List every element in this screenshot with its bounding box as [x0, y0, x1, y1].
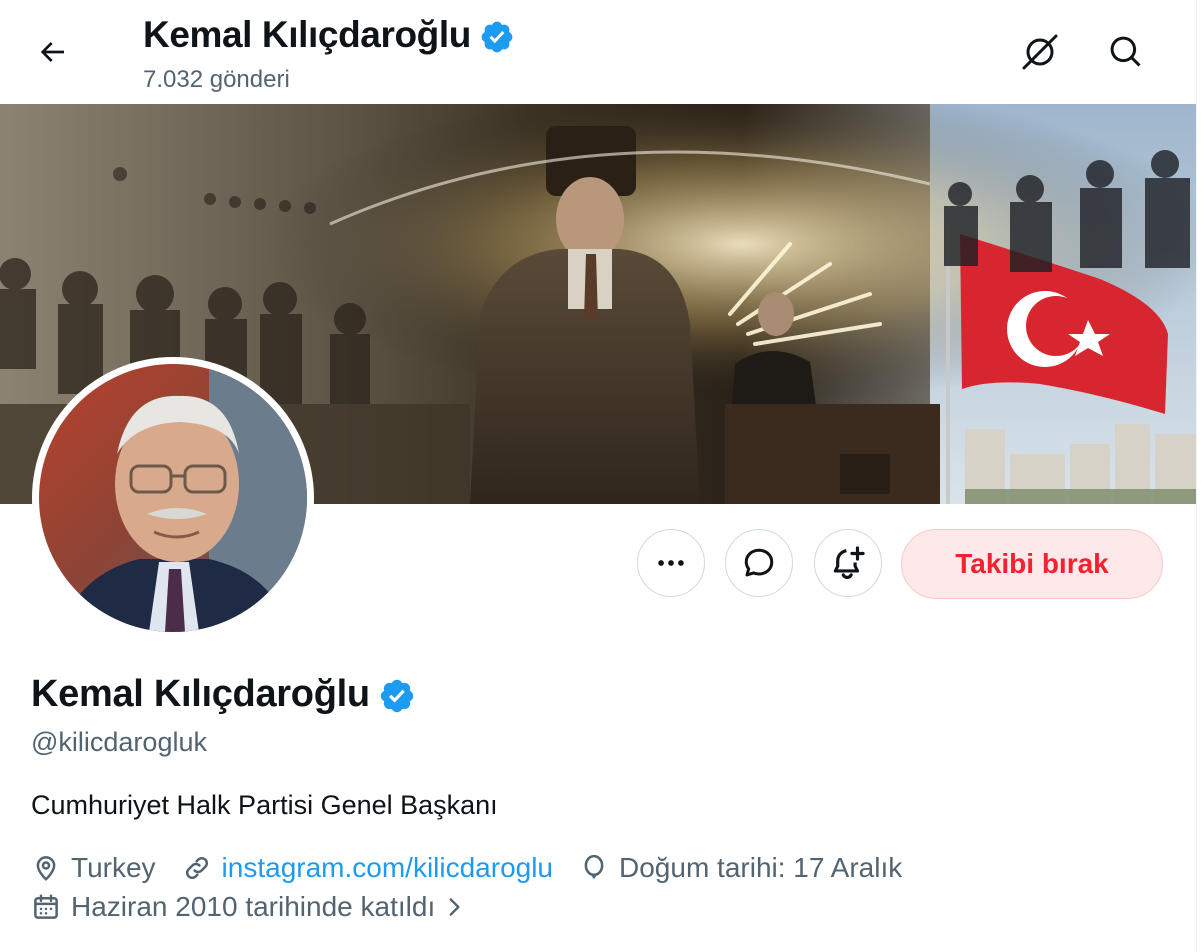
- birthday-item: Doğum tarihi: 17 Aralık: [579, 852, 902, 884]
- back-button[interactable]: [22, 28, 82, 76]
- avatar-image: [39, 364, 307, 632]
- post-count: 7.032 gönderi: [143, 66, 290, 93]
- search-icon: [1110, 36, 1141, 67]
- grok-button[interactable]: [1014, 26, 1066, 78]
- header-title-row: Kemal Kılıçdaroğlu: [143, 14, 515, 56]
- chevron-right-icon: [449, 898, 460, 916]
- column-divider: [1196, 0, 1197, 952]
- arrow-left-icon: [40, 42, 64, 62]
- profile-avatar[interactable]: [32, 357, 314, 639]
- profile-header-bar: Kemal Kılıçdaroğlu 7.032 gönderi: [0, 0, 1196, 104]
- location-text: Turkey: [71, 852, 156, 883]
- avatar-photo: [39, 364, 307, 632]
- joined-text: Haziran 2010 tarihinde katıldı: [71, 891, 436, 922]
- bell-plus-icon: [833, 546, 865, 579]
- location-item: Turkey: [31, 852, 156, 884]
- website-link[interactable]: instagram.com/kilicdaroglu: [222, 852, 553, 884]
- calendar-icon: [34, 894, 58, 919]
- profile-bio: Cumhuriyet Halk Partisi Genel Başkanı: [31, 790, 498, 820]
- unfollow-button[interactable]: Takibi bırak: [901, 529, 1163, 599]
- search-button[interactable]: [1100, 26, 1152, 78]
- website-item: instagram.com/kilicdaroglu: [182, 852, 553, 884]
- more-dots-icon: [658, 560, 684, 566]
- birthday-text: Doğum tarihi: 17 Aralık: [619, 852, 903, 883]
- verified-badge-icon[interactable]: [378, 677, 416, 715]
- notifications-button[interactable]: [814, 529, 882, 597]
- location-pin-icon: [36, 856, 56, 881]
- more-button[interactable]: [637, 529, 705, 597]
- message-icon: [744, 548, 774, 577]
- balloon-icon: [584, 854, 604, 879]
- verified-badge-icon: [481, 21, 513, 53]
- profile-name-row: Kemal Kılıçdaroğlu: [31, 673, 416, 716]
- message-button[interactable]: [725, 529, 793, 597]
- profile-name: Kemal Kılıçdaroğlu: [31, 673, 370, 715]
- joined-row[interactable]: Haziran 2010 tarihinde katıldı: [31, 891, 493, 923]
- link-icon: [185, 856, 208, 880]
- joined-item[interactable]: Haziran 2010 tarihinde katıldı: [31, 891, 467, 923]
- grok-icon: [1022, 34, 1058, 70]
- header-title: Kemal Kılıçdaroğlu: [143, 14, 471, 55]
- profile-handle: @kilicdarogluk: [31, 727, 207, 757]
- profile-meta-row: Turkey instagram.com/kilicdaroglu Doğum …: [31, 852, 928, 884]
